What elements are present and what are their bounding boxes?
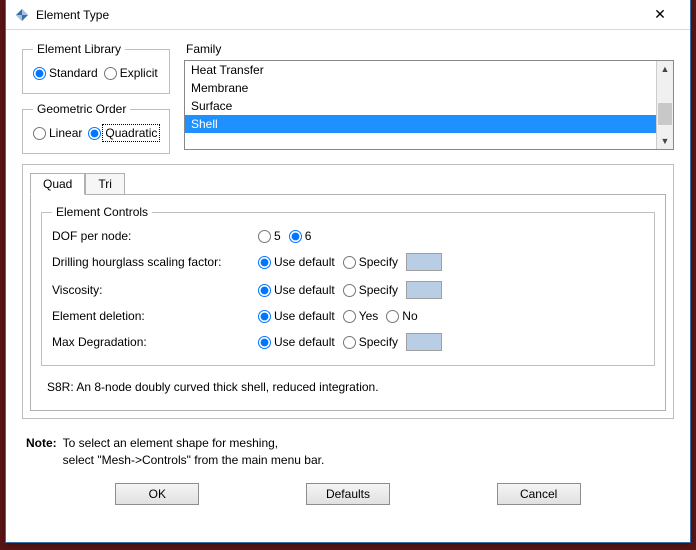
- radio-visc-specify-label: Specify: [359, 283, 398, 297]
- button-row: OK Defaults Cancel: [22, 477, 674, 513]
- scroll-thumb[interactable]: [658, 103, 672, 125]
- note-block: Note: To select an element shape for mes…: [26, 435, 670, 469]
- radio-standard[interactable]: Standard: [33, 66, 98, 80]
- close-button[interactable]: ✕: [638, 1, 682, 29]
- family-section: Family Heat TransferMembraneSurfaceShell…: [184, 42, 674, 154]
- radio-dof-5-label: 5: [274, 229, 281, 243]
- radio-linear-input[interactable]: [33, 127, 46, 140]
- radio-dof-5[interactable]: 5: [258, 229, 281, 243]
- radio-drill-default-input[interactable]: [258, 256, 271, 269]
- tabstrip: Quad Tri: [30, 172, 666, 194]
- radio-maxdeg-specify-input[interactable]: [343, 336, 356, 349]
- viscosity-label: Viscosity:: [52, 283, 252, 297]
- drilling-label: Drilling hourglass scaling factor:: [52, 255, 252, 269]
- radio-eldel-no-input[interactable]: [386, 310, 399, 323]
- family-scrollbar[interactable]: ▲ ▼: [656, 61, 673, 149]
- close-icon: ✕: [654, 6, 666, 23]
- left-column: Element Library Standard Explicit Geome: [22, 42, 170, 154]
- radio-visc-specify[interactable]: Specify: [343, 283, 398, 297]
- radio-eldel-yes-label: Yes: [359, 309, 379, 323]
- radio-quadratic-label: Quadratic: [104, 126, 158, 140]
- radio-drill-default[interactable]: Use default: [258, 255, 335, 269]
- top-row: Element Library Standard Explicit Geome: [22, 42, 674, 154]
- radio-maxdeg-specify[interactable]: Specify: [343, 335, 398, 349]
- family-item[interactable]: Shell: [185, 115, 673, 133]
- geometric-order-legend: Geometric Order: [33, 102, 130, 116]
- titlebar: Element Type ✕: [6, 0, 690, 30]
- radio-eldel-yes[interactable]: Yes: [343, 309, 379, 323]
- family-label: Family: [186, 42, 674, 56]
- dialog-window: Element Type ✕ Element Library Standard: [5, 0, 691, 543]
- radio-explicit-label: Explicit: [120, 66, 158, 80]
- scroll-down-arrow[interactable]: ▼: [657, 133, 673, 149]
- visc-specify-input[interactable]: [406, 281, 442, 299]
- note-line1: To select an element shape for meshing,: [63, 436, 278, 450]
- tab-panel-quad: Element Controls DOF per node: 5 6: [30, 194, 666, 411]
- cancel-button[interactable]: Cancel: [497, 483, 581, 505]
- radio-maxdeg-default-input[interactable]: [258, 336, 271, 349]
- radio-dof-6[interactable]: 6: [289, 229, 312, 243]
- scroll-up-arrow[interactable]: ▲: [657, 61, 673, 77]
- radio-drill-specify-input[interactable]: [343, 256, 356, 269]
- radio-visc-default-label: Use default: [274, 283, 335, 297]
- radio-drill-specify[interactable]: Specify: [343, 255, 398, 269]
- element-library-group: Element Library Standard Explicit: [22, 42, 170, 94]
- radio-maxdeg-specify-label: Specify: [359, 335, 398, 349]
- radio-eldel-no[interactable]: No: [386, 309, 417, 323]
- geometric-order-group: Geometric Order Linear Quadratic: [22, 102, 170, 154]
- radio-maxdeg-default[interactable]: Use default: [258, 335, 335, 349]
- radio-eldel-default-input[interactable]: [258, 310, 271, 323]
- note-text: To select an element shape for meshing, …: [63, 435, 325, 469]
- radio-visc-specify-input[interactable]: [343, 284, 356, 297]
- element-deletion-label: Element deletion:: [52, 309, 252, 323]
- family-item[interactable]: Membrane: [185, 79, 673, 97]
- family-listbox[interactable]: Heat TransferMembraneSurfaceShell ▲ ▼: [184, 60, 674, 150]
- element-controls-legend: Element Controls: [52, 205, 152, 219]
- maxdeg-specify-input[interactable]: [406, 333, 442, 351]
- outer-tab-container: Quad Tri Element Controls DOF per node: …: [22, 164, 674, 419]
- radio-explicit-input[interactable]: [104, 67, 117, 80]
- radio-drill-default-label: Use default: [274, 255, 335, 269]
- note-label: Note:: [26, 435, 57, 469]
- radio-eldel-no-label: No: [402, 309, 417, 323]
- ok-button[interactable]: OK: [115, 483, 199, 505]
- max-degradation-label: Max Degradation:: [52, 335, 252, 349]
- radio-visc-default[interactable]: Use default: [258, 283, 335, 297]
- dialog-content: Element Library Standard Explicit Geome: [6, 30, 690, 523]
- radio-standard-input[interactable]: [33, 67, 46, 80]
- radio-dof-5-input[interactable]: [258, 230, 271, 243]
- app-icon: [14, 7, 30, 23]
- element-controls-group: Element Controls DOF per node: 5 6: [41, 205, 655, 366]
- window-title: Element Type: [36, 8, 638, 22]
- radio-drill-specify-label: Specify: [359, 255, 398, 269]
- radio-eldel-default-label: Use default: [274, 309, 335, 323]
- radio-visc-default-input[interactable]: [258, 284, 271, 297]
- radio-eldel-yes-input[interactable]: [343, 310, 356, 323]
- radio-standard-label: Standard: [49, 66, 98, 80]
- family-item[interactable]: Surface: [185, 97, 673, 115]
- dof-label: DOF per node:: [52, 229, 252, 243]
- radio-linear[interactable]: Linear: [33, 126, 82, 140]
- radio-explicit[interactable]: Explicit: [104, 66, 158, 80]
- defaults-button[interactable]: Defaults: [306, 483, 390, 505]
- tab-tri[interactable]: Tri: [85, 173, 125, 194]
- radio-quadratic[interactable]: Quadratic: [88, 126, 158, 140]
- radio-dof-6-label: 6: [305, 229, 312, 243]
- radio-quadratic-input[interactable]: [88, 127, 101, 140]
- drill-specify-input[interactable]: [406, 253, 442, 271]
- note-line2: select "Mesh->Controls" from the main me…: [63, 453, 325, 467]
- element-description: S8R: An 8-node doubly curved thick shell…: [47, 380, 651, 394]
- radio-dof-6-input[interactable]: [289, 230, 302, 243]
- radio-maxdeg-default-label: Use default: [274, 335, 335, 349]
- family-item[interactable]: Heat Transfer: [185, 61, 673, 79]
- radio-linear-label: Linear: [49, 126, 82, 140]
- radio-eldel-default[interactable]: Use default: [258, 309, 335, 323]
- element-library-legend: Element Library: [33, 42, 125, 56]
- tab-quad[interactable]: Quad: [30, 173, 85, 195]
